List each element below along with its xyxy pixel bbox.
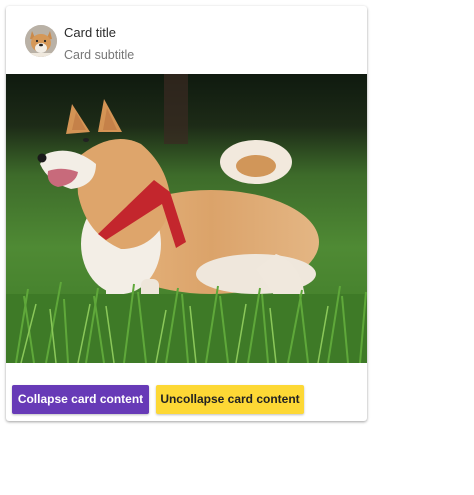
shiba-inu-photo (6, 74, 367, 363)
card: Card title Card subtitle Collapse card c… (6, 6, 367, 421)
uncollapse-card-content-button[interactable]: Uncollapse card content (156, 385, 304, 414)
collapse-card-content-button[interactable]: Collapse card content (12, 385, 149, 414)
card-title: Card title (64, 25, 117, 40)
avatar (25, 25, 57, 57)
card-actions: Collapse card content Uncollapse card co… (6, 363, 367, 421)
card-subtitle: Card subtitle (64, 48, 135, 62)
card-media-image (6, 74, 367, 363)
dog-avatar-image (25, 25, 57, 57)
card-header: Card title Card subtitle (6, 6, 367, 74)
